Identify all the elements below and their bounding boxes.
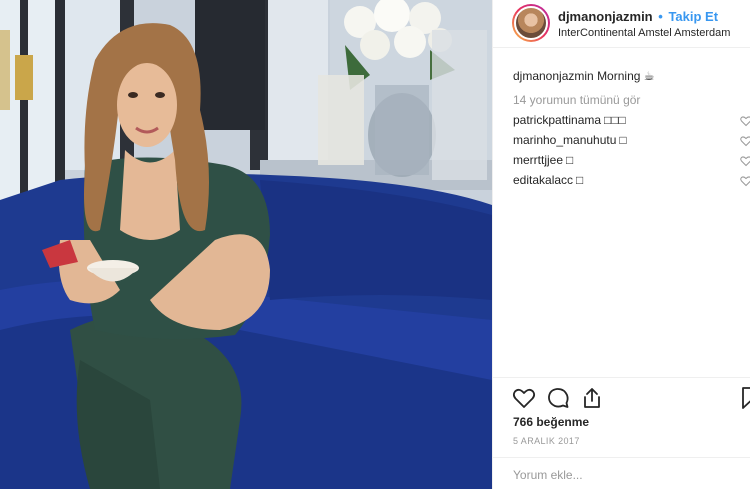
- post-sidebar: djmanonjazmin • Takip Et InterContinenta…: [492, 0, 750, 489]
- comment-text: □□□: [604, 113, 626, 127]
- post-date[interactable]: 5 ARALIK 2017: [513, 436, 580, 446]
- comment-row: merrttjjee □: [513, 153, 750, 168]
- comment-username[interactable]: patrickpattinama: [513, 113, 601, 127]
- comment-row: marinho_manuhutu □: [513, 133, 750, 148]
- avatar-image: [514, 6, 548, 40]
- add-comment-bar: [493, 457, 750, 489]
- comment-heart-icon[interactable]: [739, 135, 750, 147]
- avatar[interactable]: [512, 4, 550, 42]
- comment-row: patrickpattinama □□□: [513, 113, 750, 128]
- comment-text: □: [619, 133, 627, 147]
- header-username-line: djmanonjazmin • Takip Et: [558, 9, 718, 24]
- action-bar: [493, 377, 750, 417]
- caption: djmanonjazmin Morning ☕: [513, 68, 750, 84]
- comment-username[interactable]: marinho_manuhutu: [513, 133, 616, 147]
- header-username[interactable]: djmanonjazmin: [558, 9, 653, 24]
- follow-button[interactable]: Takip Et: [668, 9, 718, 24]
- share-icon[interactable]: [580, 386, 604, 410]
- comment-heart-icon[interactable]: [739, 115, 750, 127]
- comment-heart-icon[interactable]: [739, 155, 750, 167]
- caption-username[interactable]: djmanonjazmin: [513, 69, 594, 83]
- comment-input[interactable]: [513, 466, 733, 484]
- like-count[interactable]: 766 beğenme: [513, 415, 589, 429]
- header-separator: •: [658, 9, 663, 24]
- speech-bubble-icon[interactable]: [546, 386, 570, 410]
- view-all-comments-link[interactable]: 14 yorumun tümünü gör: [513, 92, 750, 108]
- comment-heart-icon[interactable]: [739, 175, 750, 187]
- comments-section: djmanonjazmin Morning ☕ 14 yorumun tümün…: [513, 68, 750, 188]
- instagram-post: djmanonjazmin • Takip Et InterContinenta…: [0, 0, 750, 489]
- caption-text: Morning ☕: [597, 69, 655, 83]
- post-photo[interactable]: [0, 0, 492, 489]
- location-link[interactable]: InterContinental Amstel Amsterdam: [558, 27, 730, 39]
- post-header: djmanonjazmin • Takip Et InterContinenta…: [493, 0, 750, 48]
- comment-text: □: [566, 153, 574, 167]
- comment-text: □: [576, 173, 584, 187]
- heart-icon[interactable]: [512, 386, 536, 410]
- comment-username[interactable]: merrttjjee: [513, 153, 563, 167]
- bookmark-icon[interactable]: [738, 386, 750, 410]
- comment-row: editakalacc □: [513, 173, 750, 188]
- comment-username[interactable]: editakalacc: [513, 173, 573, 187]
